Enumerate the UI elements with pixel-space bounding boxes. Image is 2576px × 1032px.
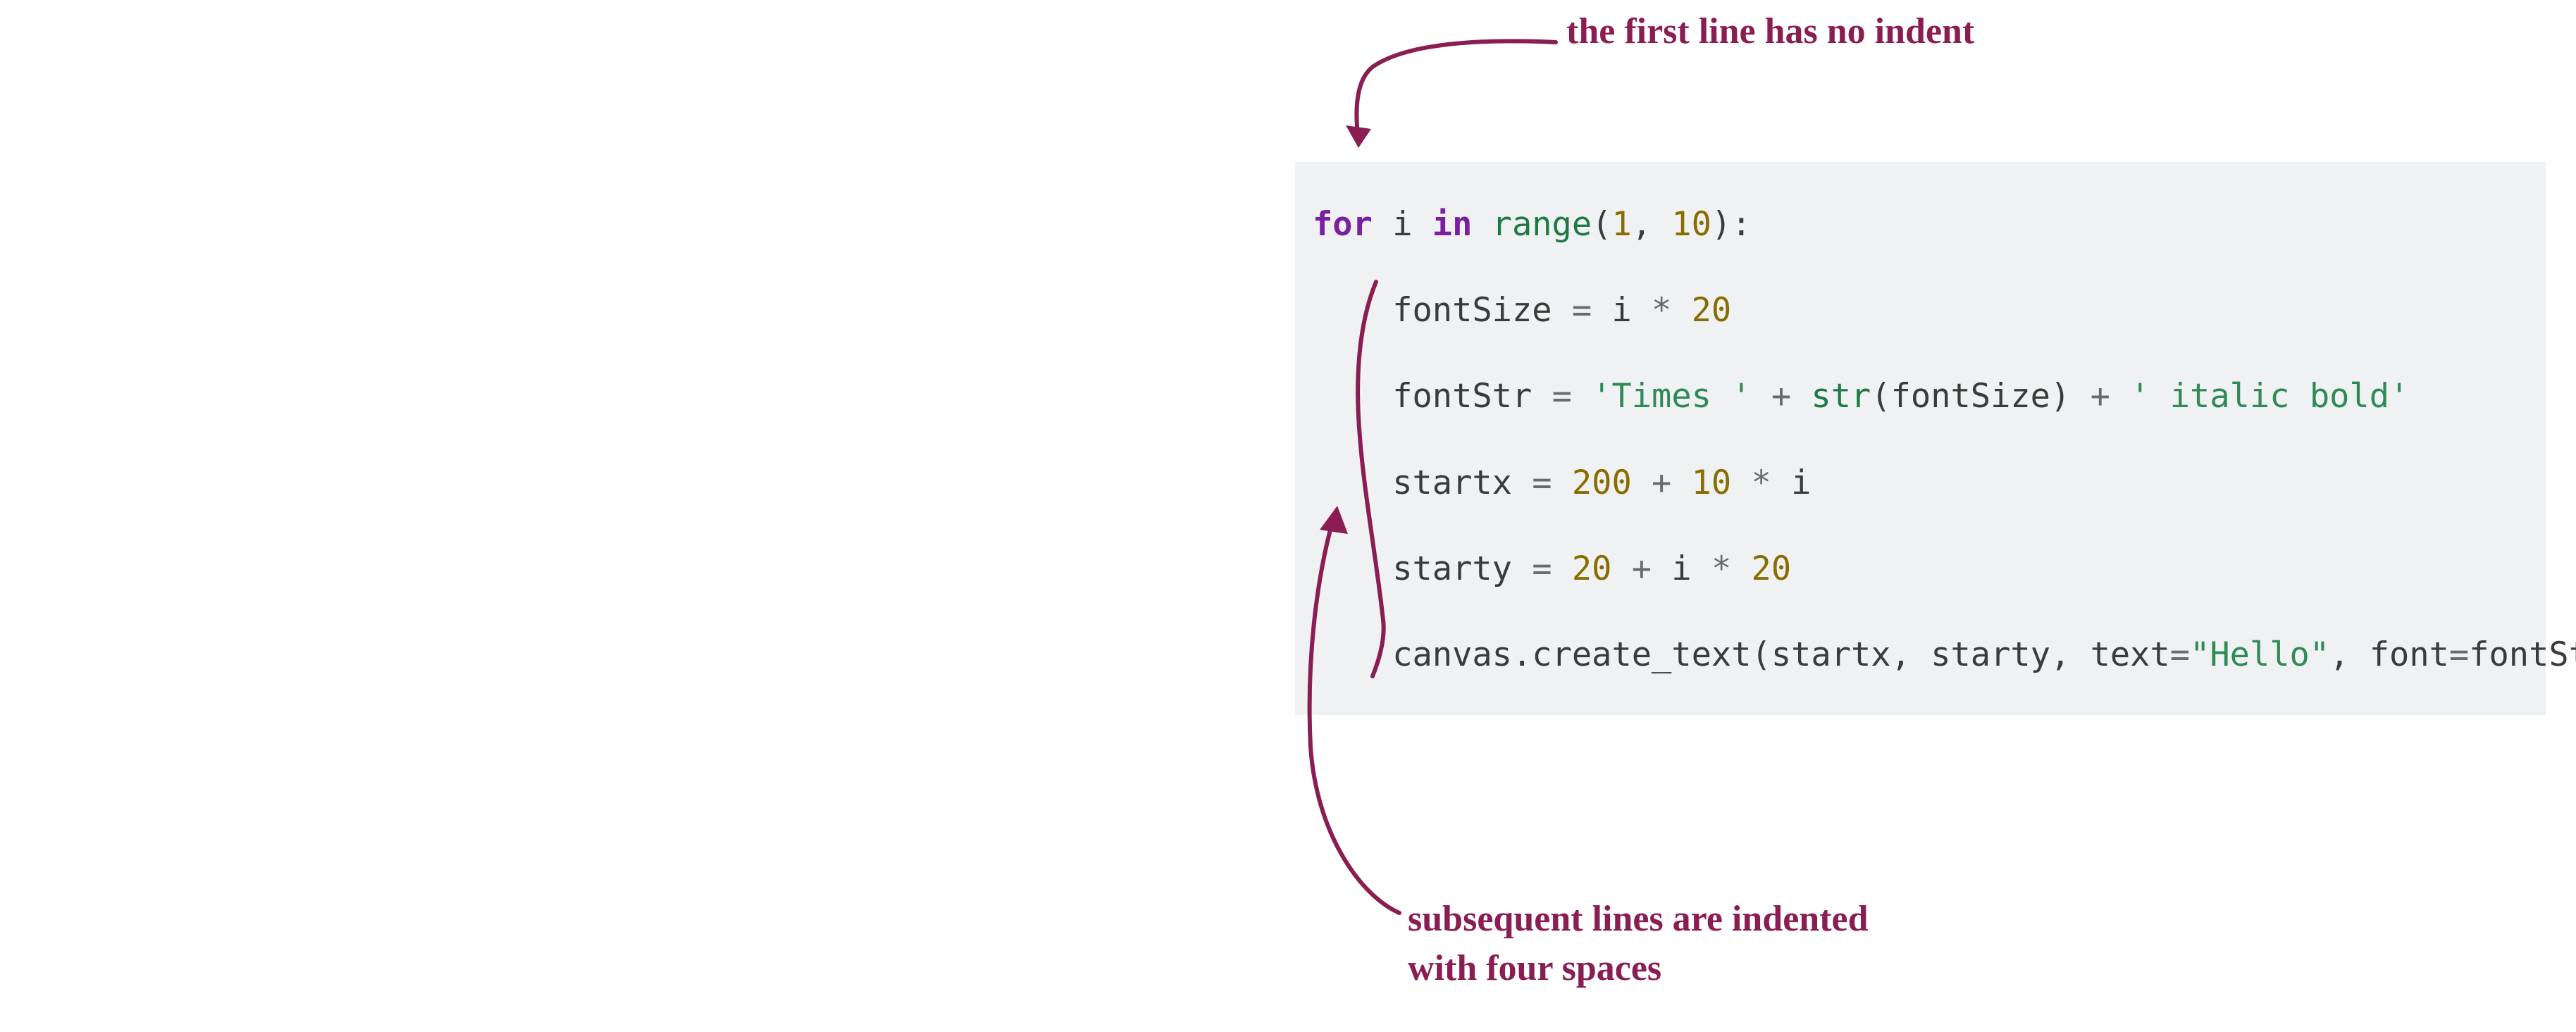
- function-range: range: [1492, 205, 1592, 244]
- punct: ,: [2050, 635, 2091, 674]
- punct: (: [1871, 377, 1890, 416]
- identifier: i: [1611, 291, 1631, 330]
- identifier: create_text: [1532, 635, 1751, 674]
- annotation-bottom-line2: with four spaces: [1408, 944, 1869, 993]
- number: 20: [1572, 549, 1612, 588]
- punct: ,: [1632, 205, 1672, 244]
- punct: ): [2050, 377, 2070, 416]
- operator: =: [1552, 377, 1572, 416]
- identifier: text: [2091, 635, 2170, 674]
- operator: =: [2449, 635, 2469, 674]
- operator: =: [1532, 549, 1552, 588]
- operator: +: [1652, 464, 1671, 502]
- string: "Hello": [2190, 635, 2329, 674]
- operator: +: [1632, 549, 1652, 588]
- identifier: starty: [1392, 549, 1512, 588]
- identifier: fontSize: [1891, 377, 2050, 416]
- code-content: for i in range(1, 10): fontSize = i * 20…: [1313, 182, 2546, 698]
- string: ' italic bold': [2130, 377, 2409, 416]
- code-block: for i in range(1, 10): fontSize = i * 20…: [1295, 162, 2546, 715]
- keyword-in: in: [1432, 205, 1473, 244]
- operator: =: [2170, 635, 2190, 674]
- function-str: str: [1811, 377, 1871, 416]
- identifier: startx: [1771, 635, 1891, 674]
- operator: *: [1752, 464, 1771, 502]
- operator: +: [2091, 377, 2110, 416]
- annotation-bottom-line1: subsequent lines are indented: [1408, 895, 1869, 944]
- operator: *: [1652, 291, 1671, 330]
- identifier-i: i: [1392, 205, 1412, 244]
- punct: .: [1512, 635, 1532, 674]
- figure: the first line has no indent for i in ra…: [1288, 0, 2576, 1032]
- number: 200: [1572, 464, 1632, 502]
- identifier: fontSize: [1392, 291, 1552, 330]
- identifier: fontStr: [1392, 377, 1532, 416]
- number: 20: [1752, 549, 1792, 588]
- punct: ,: [2329, 635, 2370, 674]
- operator: +: [1771, 377, 1791, 416]
- punct: (: [1592, 205, 1611, 244]
- string: 'Times ': [1592, 377, 1751, 416]
- identifier: starty: [1931, 635, 2050, 674]
- identifier: fontStr: [2469, 635, 2576, 674]
- identifier: font: [2370, 635, 2449, 674]
- identifier: i: [1671, 549, 1691, 588]
- punct: (: [1752, 635, 1771, 674]
- operator: =: [1572, 291, 1592, 330]
- keyword-for: for: [1313, 205, 1373, 244]
- arrow-top: [1356, 41, 1556, 141]
- punct: ,: [1891, 635, 1931, 674]
- number: 10: [1671, 205, 1711, 244]
- identifier: startx: [1392, 464, 1512, 502]
- number: 1: [1611, 205, 1631, 244]
- number: 20: [1692, 291, 1732, 330]
- identifier: i: [1791, 464, 1811, 502]
- annotation-bottom: subsequent lines are indented with four …: [1408, 895, 1869, 993]
- annotation-top: the first line has no indent: [1566, 11, 1974, 52]
- operator: *: [1711, 549, 1731, 588]
- arrow-top-head: [1346, 125, 1371, 148]
- identifier: canvas: [1392, 635, 1512, 674]
- operator: =: [1532, 464, 1552, 502]
- number: 10: [1692, 464, 1732, 502]
- punct: ):: [1711, 205, 1752, 244]
